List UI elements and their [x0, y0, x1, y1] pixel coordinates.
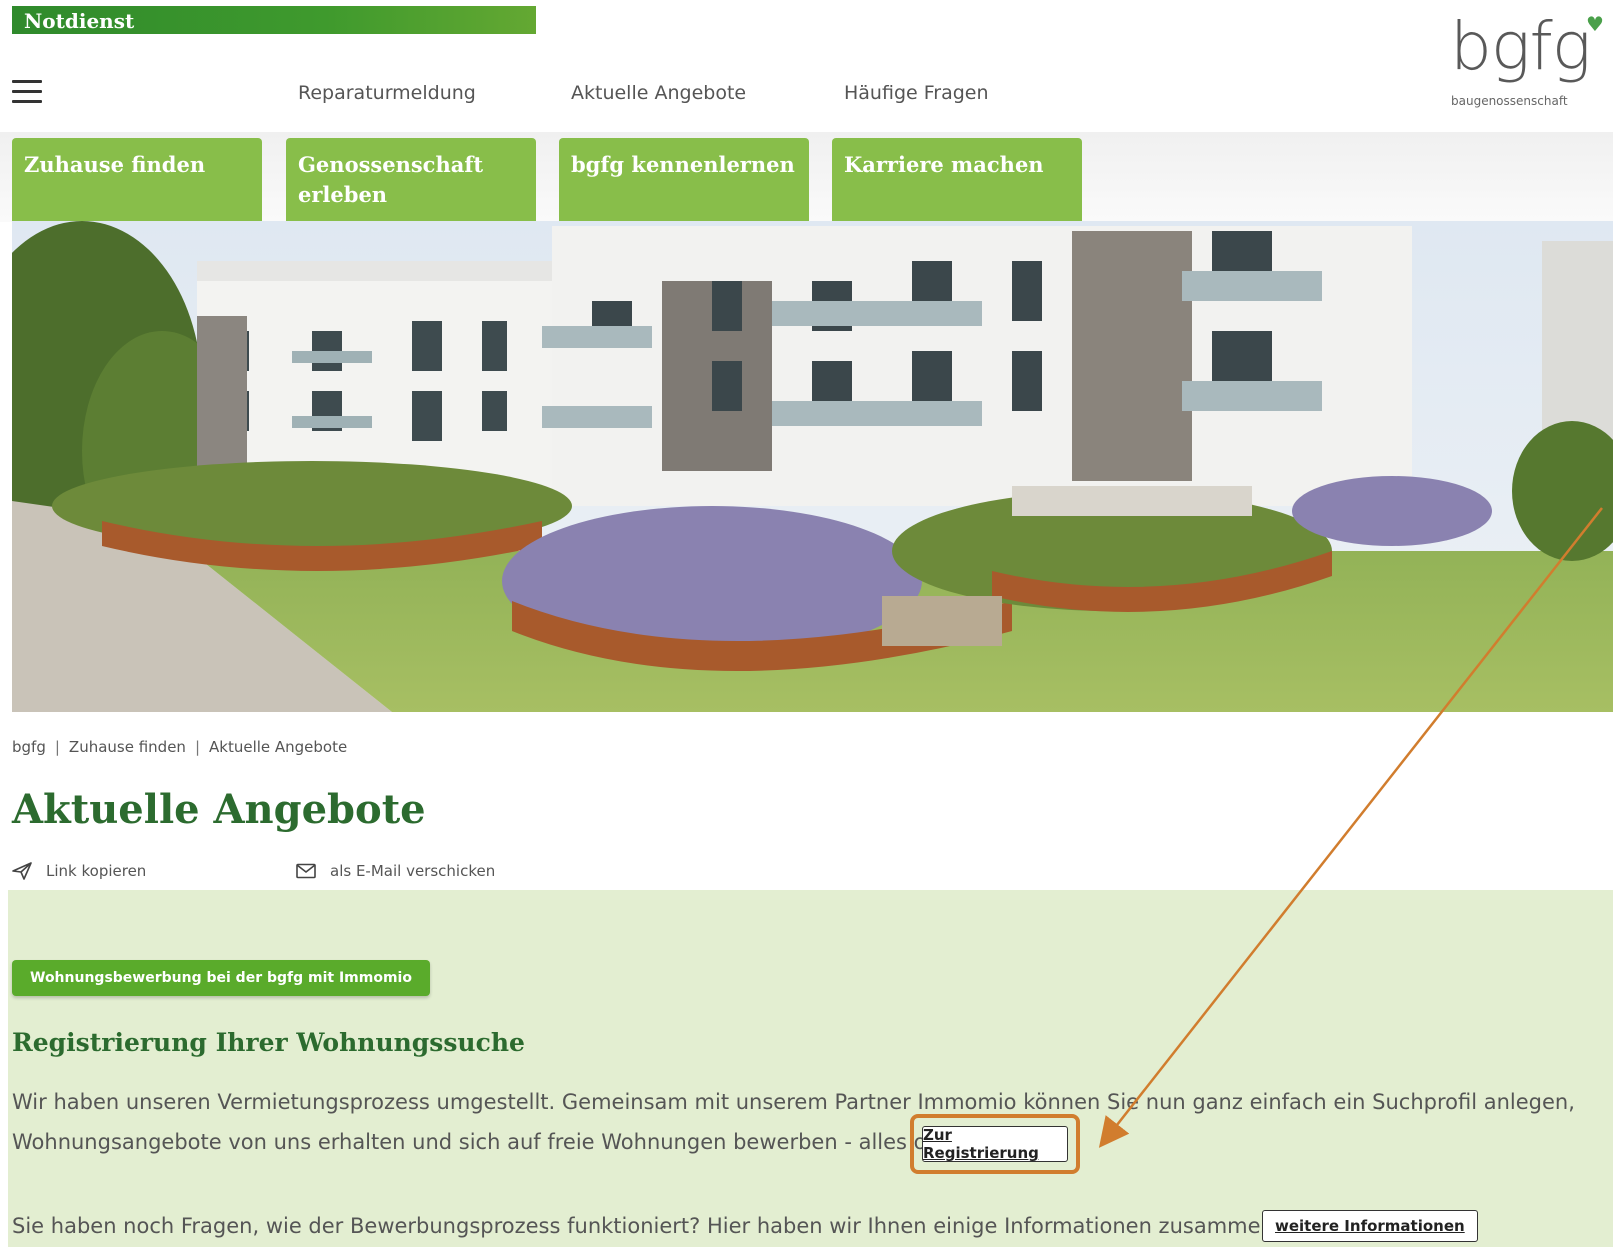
menu-icon[interactable]	[12, 80, 42, 106]
tab-karriere-machen[interactable]: Karriere machen	[832, 138, 1082, 222]
mail-icon	[296, 863, 316, 879]
intro-text-line1: Wir haben unseren Vermietungsprozess umg…	[12, 1090, 1575, 1114]
intro-text-line2: Wohnungsangebote von uns erhalten und si…	[12, 1130, 987, 1154]
tab-bgfg-kennenlernen[interactable]: bgfg kennenlernen	[559, 138, 809, 222]
send-icon	[12, 862, 32, 880]
tab-zuhause-finden[interactable]: Zuhause finden	[12, 138, 262, 222]
notdienst-banner[interactable]: Notdienst	[12, 6, 536, 34]
tab-genossenschaft-erleben[interactable]: Genossenschaft erleben	[286, 138, 536, 222]
register-button[interactable]: Zur Registrierung	[922, 1126, 1068, 1162]
tab-label-line2: erleben	[298, 182, 388, 207]
email-share[interactable]: als E-Mail verschicken	[296, 862, 495, 880]
nav-reparaturmeldung[interactable]: Reparaturmeldung	[298, 82, 476, 104]
breadcrumb-bgfg[interactable]: bgfg	[12, 738, 46, 756]
more-info-wrap: weitere Informationen	[1262, 1206, 1478, 1246]
heart-icon: ♥	[1586, 12, 1604, 36]
bgfg-logo[interactable]: bgfg ♥ baugenossenschaft	[1450, 8, 1604, 114]
tab-label: Zuhause finden	[24, 152, 206, 177]
immomio-pill: Wohnungsbewerbung bei der bgfg mit Immom…	[12, 960, 430, 996]
nav-aktuelle-angebote[interactable]: Aktuelle Angebote	[571, 82, 746, 104]
hero-image	[12, 221, 1613, 712]
breadcrumb-current: Aktuelle Angebote	[209, 738, 348, 756]
content-panel	[8, 890, 1613, 1247]
tab-label: Karriere machen	[844, 152, 1044, 177]
registration-highlight: Zur Registrierung	[910, 1114, 1080, 1174]
logo-wordmark: bgfg	[1450, 8, 1591, 85]
questions-text: Sie haben noch Fragen, wie der Bewerbung…	[12, 1214, 1360, 1238]
copy-link-label: Link kopieren	[46, 862, 147, 880]
email-share-label: als E-Mail verschicken	[330, 862, 496, 880]
logo-subtitle: baugenossenschaft	[1451, 94, 1568, 108]
nav-haeufige-fragen[interactable]: Häufige Fragen	[844, 82, 989, 104]
section-title: Registrierung Ihrer Wohnungssuche	[12, 1028, 525, 1057]
tab-label: Genossenschaft	[298, 152, 484, 177]
breadcrumb-zuhause-finden[interactable]: Zuhause finden	[69, 738, 186, 756]
copy-link[interactable]: Link kopieren	[12, 862, 146, 880]
more-info-button[interactable]: weitere Informationen	[1262, 1210, 1478, 1242]
page-title: Aktuelle Angebote	[12, 786, 426, 833]
tab-label: bgfg kennenlernen	[571, 152, 795, 177]
breadcrumb: bgfg | Zuhause finden | Aktuelle Angebote	[12, 738, 348, 756]
